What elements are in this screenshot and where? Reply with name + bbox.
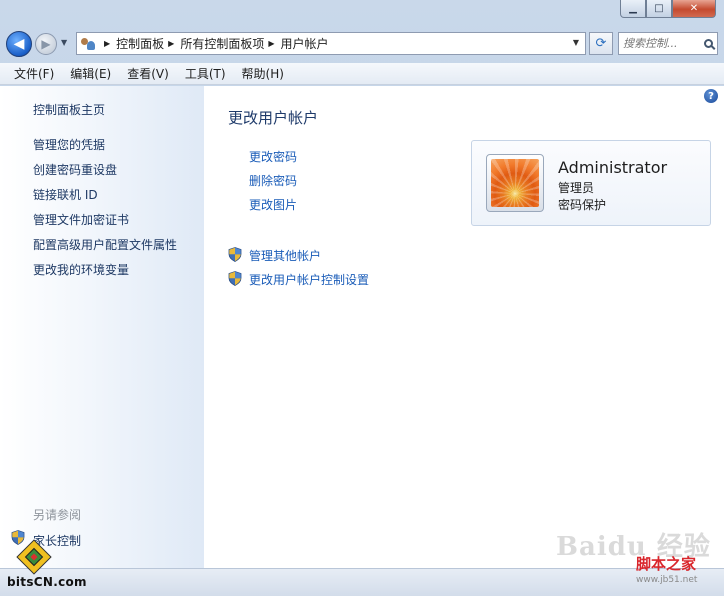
menu-edit[interactable]: 编辑(E): [62, 65, 119, 82]
recent-pages-dropdown-icon[interactable]: ▼: [61, 38, 67, 47]
change-picture-link[interactable]: 更改图片: [249, 196, 297, 213]
search-input[interactable]: [623, 37, 693, 50]
control-panel-window: ▁ □ ✕ ◀ ▶ ▼ ▶ 控制面板 ▶ 所有控制面板项 ▶ 用户帐户 ▼ ⟳ …: [0, 0, 724, 596]
account-status: 密码保护: [558, 198, 607, 212]
jb51-url-watermark: www.jb51.net: [636, 575, 698, 585]
sidebar-link-advanced-profile[interactable]: 配置高级用户配置文件属性: [33, 236, 177, 253]
sidebar-link-encryption-certs[interactable]: 管理文件加密证书: [33, 211, 129, 228]
menu-file[interactable]: 文件(F): [6, 65, 62, 82]
manage-other-accounts-link[interactable]: 管理其他帐户: [249, 247, 321, 264]
menu-tools[interactable]: 工具(T): [177, 65, 234, 82]
address-bar[interactable]: ▶ 控制面板 ▶ 所有控制面板项 ▶ 用户帐户 ▼: [76, 32, 586, 55]
breadcrumb-control-panel[interactable]: 控制面板: [116, 35, 164, 52]
remove-password-link[interactable]: 删除密码: [249, 172, 297, 189]
back-button[interactable]: ◀: [6, 31, 32, 57]
address-dropdown-icon[interactable]: ▼: [573, 38, 579, 47]
content-area: 控制面板主页 管理您的凭据 创建密码重设盘 链接联机 ID 管理文件加密证书 配…: [0, 86, 724, 568]
search-icon[interactable]: [704, 39, 713, 48]
sidebar: 控制面板主页 管理您的凭据 创建密码重设盘 链接联机 ID 管理文件加密证书 配…: [0, 86, 204, 568]
navigation-bar: ◀ ▶ ▼ ▶ 控制面板 ▶ 所有控制面板项 ▶ 用户帐户 ▼ ⟳: [0, 28, 724, 60]
change-password-link[interactable]: 更改密码: [249, 148, 297, 165]
uac-settings-link[interactable]: 更改用户帐户控制设置: [249, 271, 369, 288]
chevron-right-icon[interactable]: ▶: [104, 39, 110, 48]
search-box[interactable]: [618, 32, 718, 55]
close-button[interactable]: ✕: [672, 0, 716, 18]
jb51-watermark: 脚本之家: [636, 555, 697, 573]
sidebar-link-manage-credentials[interactable]: 管理您的凭据: [33, 136, 105, 153]
maximize-button[interactable]: □: [646, 0, 672, 18]
chevron-right-icon[interactable]: ▶: [268, 39, 274, 48]
account-card: Administrator 管理员 密码保护: [471, 140, 711, 226]
breadcrumb-all-items[interactable]: 所有控制面板项: [180, 35, 264, 52]
uac-shield-icon: [228, 271, 242, 286]
bitscn-watermark: bitsCN.com: [7, 575, 87, 589]
chevron-right-icon[interactable]: ▶: [168, 39, 174, 48]
sidebar-link-environment-vars[interactable]: 更改我的环境变量: [33, 261, 129, 278]
caption-buttons: ▁ □ ✕: [620, 0, 716, 19]
status-bar: [0, 568, 724, 596]
refresh-button[interactable]: ⟳: [589, 32, 613, 55]
menu-view[interactable]: 查看(V): [119, 65, 177, 82]
uac-shield-icon: [228, 247, 242, 262]
page-title: 更改用户帐户: [228, 109, 319, 127]
flower-picture-icon: [491, 159, 539, 207]
menu-bar: 文件(F) 编辑(E) 查看(V) 工具(T) 帮助(H): [0, 63, 724, 85]
minimize-button[interactable]: ▁: [620, 0, 646, 18]
account-name: Administrator: [558, 158, 668, 177]
menu-help[interactable]: 帮助(H): [234, 65, 292, 82]
users-icon: [80, 37, 96, 51]
sidebar-link-online-id[interactable]: 链接联机 ID: [33, 186, 98, 203]
sidebar-link-password-reset-disk[interactable]: 创建密码重设盘: [33, 161, 117, 178]
sidebar-link-control-panel-home[interactable]: 控制面板主页: [33, 101, 105, 118]
avatar[interactable]: [486, 154, 544, 212]
see-also-heading: 另请参阅: [33, 508, 82, 522]
main-panel: ? 更改用户帐户 更改密码 删除密码 更改图片 管理其他帐户 更改用户帐户控制设…: [204, 86, 724, 568]
forward-button[interactable]: ▶: [35, 33, 57, 55]
breadcrumb-user-accounts[interactable]: 用户帐户: [281, 35, 329, 52]
account-role: 管理员: [558, 181, 595, 195]
help-icon[interactable]: ?: [704, 89, 718, 103]
